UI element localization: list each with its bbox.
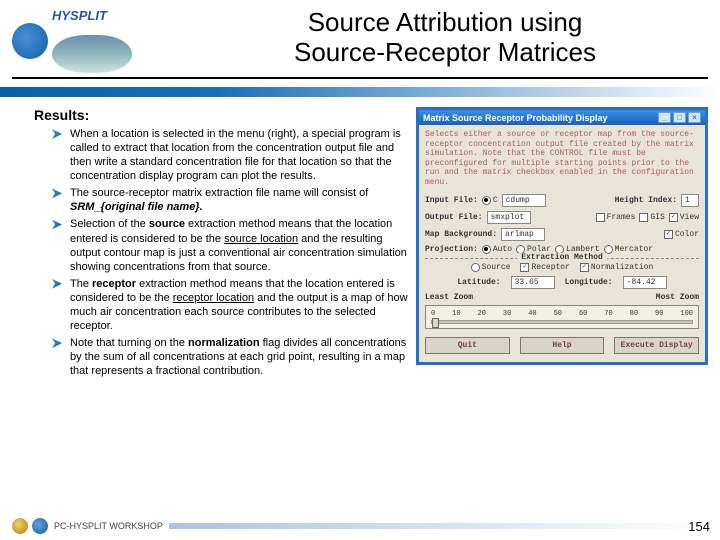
projection-label: Projection: — [425, 245, 478, 254]
list-item: The source-receptor matrix extraction fi… — [52, 186, 408, 214]
view-checkbox[interactable]: ✓ — [669, 213, 678, 222]
results-heading: Results: — [34, 107, 408, 123]
normalization-checkbox[interactable]: ✓ — [580, 263, 589, 272]
slider-thumb-icon[interactable] — [432, 318, 439, 328]
input-file-field[interactable]: cdump — [502, 194, 546, 207]
map-bg-label: Map Background: — [425, 230, 497, 239]
minimize-icon[interactable]: _ — [658, 112, 671, 123]
page-number: 154 — [688, 519, 710, 534]
help-button[interactable]: Help — [520, 337, 605, 354]
longitude-label: Longitude: — [565, 278, 613, 287]
input-file-label: Input File: — [425, 196, 478, 205]
output-file-field[interactable]: smxplot — [487, 211, 531, 224]
map-bg-field[interactable]: arlmap — [501, 228, 545, 241]
dialog-window: Matrix Source Receptor Probability Displ… — [416, 107, 708, 365]
list-item: The receptor extraction method means tha… — [52, 277, 408, 333]
dialog-instructions: Selects either a source or receptor map … — [425, 130, 699, 188]
zoom-most-label: Most Zoom — [656, 293, 699, 302]
agency-seal-icon — [12, 518, 28, 534]
latitude-field[interactable]: 33.65 — [511, 276, 555, 289]
title-underline — [12, 77, 708, 79]
longitude-field[interactable]: -84.42 — [623, 276, 667, 289]
close-icon[interactable]: × — [688, 112, 701, 123]
input-file-radio[interactable] — [482, 196, 491, 205]
execute-display-button[interactable]: Execute Display — [614, 337, 699, 354]
noaa-logo-icon — [12, 23, 48, 59]
source-radio[interactable] — [471, 263, 480, 272]
color-checkbox[interactable]: ✓ — [664, 230, 673, 239]
results-list: When a location is selected in the menu … — [52, 127, 408, 378]
maximize-icon[interactable]: □ — [673, 112, 686, 123]
zoom-least-label: Least Zoom — [425, 293, 473, 302]
receptor-checkbox[interactable]: ✓ — [520, 263, 529, 272]
zoom-slider[interactable]: 0102030405060708090100 — [425, 305, 699, 329]
list-item: When a location is selected in the menu … — [52, 127, 408, 183]
dialog-titlebar: Matrix Source Receptor Probability Displ… — [419, 110, 705, 125]
list-item: Selection of the source extraction metho… — [52, 217, 408, 273]
output-file-label: Output File: — [425, 213, 483, 222]
gis-checkbox[interactable] — [639, 213, 648, 222]
proj-auto-radio[interactable] — [482, 245, 491, 254]
quit-button[interactable]: Quit — [425, 337, 510, 354]
height-index-label: Height Index: — [615, 196, 677, 205]
height-index-field[interactable]: 1 — [681, 194, 699, 207]
decorative-stripe — [0, 87, 720, 97]
extraction-separator: Extraction Method — [425, 258, 699, 259]
list-item: Note that turning on the normalization f… — [52, 336, 408, 378]
dialog-title: Matrix Source Receptor Probability Displ… — [423, 113, 658, 123]
footer-text: PC-HYSPLIT WORKSHOP — [54, 521, 163, 531]
slide-title: Source Attribution using Source-Receptor… — [182, 8, 708, 68]
globe-icon — [52, 35, 132, 73]
hysplit-label: HYSPLIT — [52, 8, 132, 23]
latitude-label: Latitude: — [457, 278, 500, 287]
footer-stripe — [169, 523, 708, 529]
frames-checkbox[interactable] — [596, 213, 605, 222]
noaa-seal-icon — [32, 518, 48, 534]
logo-area: HYSPLIT — [12, 8, 182, 73]
